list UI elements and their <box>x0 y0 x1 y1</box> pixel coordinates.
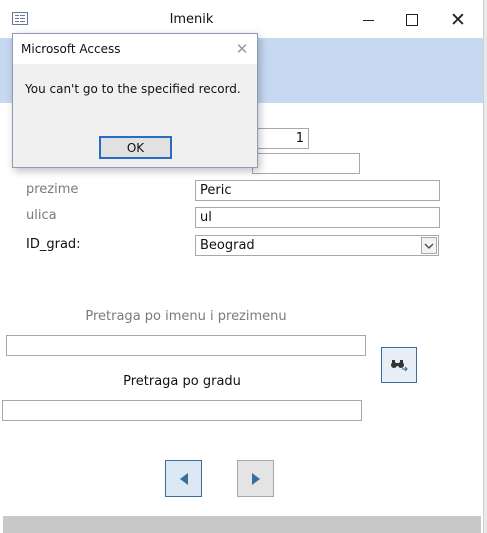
close-button[interactable]: ✕ <box>441 6 475 34</box>
ok-button[interactable]: OK <box>99 136 172 159</box>
dialog-close-button[interactable]: ✕ <box>232 39 252 59</box>
window-right-border <box>483 0 487 533</box>
maximize-button[interactable] <box>395 6 429 34</box>
ulica-label: ulica <box>26 208 57 223</box>
grad-combobox[interactable]: Beograd <box>195 235 439 256</box>
dialog-title: Microsoft Access <box>21 42 121 56</box>
triangle-left-icon <box>179 472 188 485</box>
id-field[interactable]: 1 <box>252 128 309 149</box>
prezime-label: prezime <box>26 182 79 197</box>
window-title: Imenik <box>169 12 214 27</box>
name-search-input[interactable] <box>6 335 366 356</box>
prezime-field[interactable]: Peric <box>195 180 440 201</box>
city-search-input[interactable] <box>2 400 362 421</box>
dialog-title-bar: Microsoft Access ✕ <box>13 34 257 64</box>
form-footer <box>3 516 481 533</box>
previous-record-button[interactable] <box>165 460 202 497</box>
minimize-icon <box>362 19 374 21</box>
dialog-message: You can't go to the specified record. <box>25 82 241 96</box>
grad-label: ID_grad: <box>26 237 81 252</box>
close-icon: ✕ <box>450 8 466 31</box>
close-icon: ✕ <box>235 40 249 58</box>
ime-field[interactable] <box>252 153 360 174</box>
triangle-right-icon <box>251 472 260 485</box>
maximize-icon <box>406 14 418 26</box>
city-search-label: Pretraga po gradu <box>123 374 241 389</box>
minimize-button[interactable] <box>351 6 385 34</box>
access-form-window: Imenik ✕ 1 prezime Peric ulica ul ID_gra… <box>0 0 487 533</box>
next-record-button[interactable] <box>237 460 274 497</box>
message-dialog: Microsoft Access ✕ You can't go to the s… <box>12 33 258 168</box>
ulica-field[interactable]: ul <box>195 207 440 228</box>
chevron-down-icon[interactable] <box>421 237 437 254</box>
grad-combobox-value: Beograd <box>200 238 255 253</box>
search-button[interactable] <box>381 347 417 383</box>
binoculars-icon <box>391 360 408 372</box>
name-search-label: Pretraga po imenu i prezimenu <box>85 309 287 324</box>
